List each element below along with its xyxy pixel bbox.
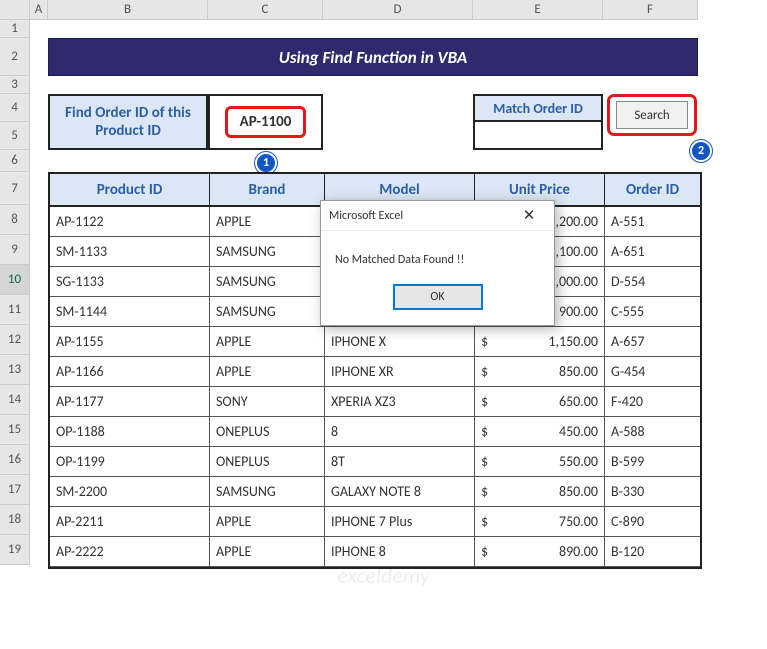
dialog-message: No Matched Data Found !! [321, 231, 554, 277]
modal-overlay: Microsoft Excel ✕ No Matched Data Found … [0, 0, 767, 649]
dialog-titlebar: Microsoft Excel ✕ [321, 201, 554, 231]
close-icon[interactable]: ✕ [512, 205, 546, 227]
ok-button[interactable]: OK [394, 285, 482, 309]
msgbox-dialog: Microsoft Excel ✕ No Matched Data Found … [320, 200, 555, 326]
spreadsheet: ABCDEF 12345678910111213141516171819 Usi… [0, 0, 767, 649]
dialog-title: Microsoft Excel [329, 209, 403, 223]
